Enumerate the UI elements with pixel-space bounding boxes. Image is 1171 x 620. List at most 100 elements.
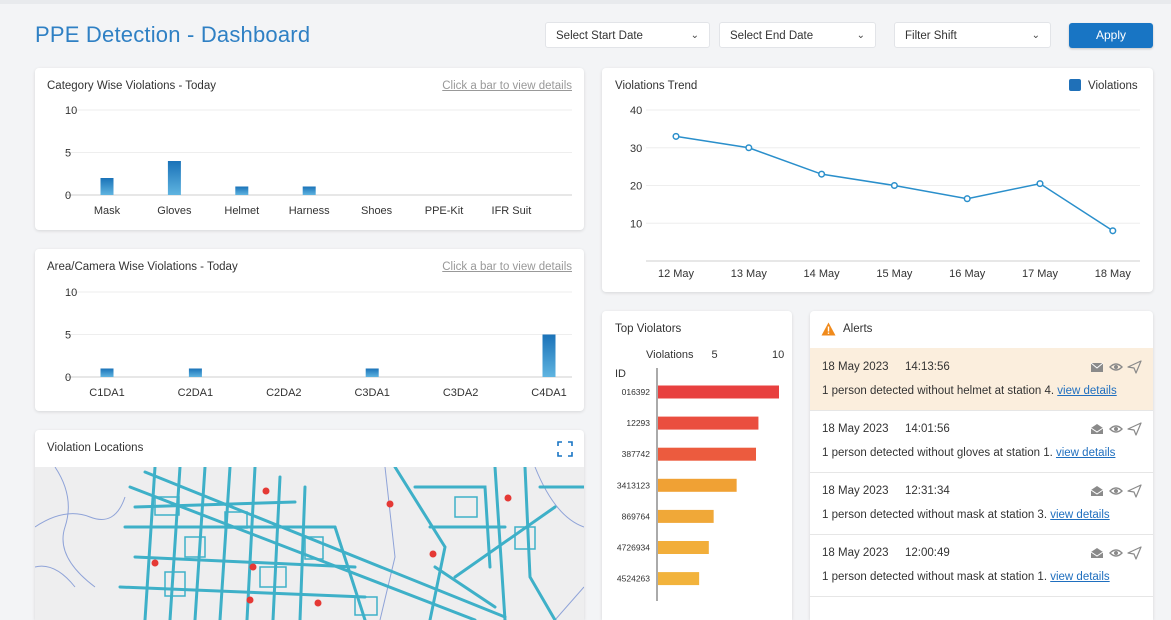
violation-map[interactable]: [35, 467, 584, 620]
shift-select[interactable]: Filter Shift ⌄: [894, 22, 1051, 48]
trend-x-tick-label: 16 May: [949, 268, 986, 280]
trend-x-tick-label: 17 May: [1022, 268, 1059, 280]
top-violators-chart: Violations 5 10 ID 016392 12293 387742 3413123 8…: [615, 349, 784, 601]
top-violator-id: 4726934: [617, 543, 650, 553]
alert-date: 18 May 2023: [822, 547, 889, 559]
trend-point: [890, 181, 898, 190]
violations-trend-card: Violations Trend 10 20 30 40 12 May 13 May 14 …: [602, 68, 1153, 292]
top-x-tick-label: 5: [712, 349, 718, 361]
trend-legend-swatch: [1069, 79, 1081, 91]
end-date-placeholder: Select End Date: [730, 30, 814, 42]
alert-message-text: 1 person detected without mask at statio…: [822, 509, 1051, 521]
top-violator-bar: [658, 447, 757, 461]
alert-time: 14:13:56: [905, 361, 950, 373]
send-icon[interactable]: [1127, 422, 1142, 436]
area-x-tick-label: C3DA2: [443, 387, 478, 399]
mail-open-icon[interactable]: [1090, 424, 1104, 434]
fullscreen-icon[interactable]: [557, 441, 573, 457]
category-bar: [167, 161, 181, 195]
alert-actions: [1090, 360, 1142, 374]
area-y-tick-label: 0: [65, 372, 71, 384]
area-y-tick-label: 10: [65, 287, 77, 299]
chevron-down-icon: ⌄: [1031, 30, 1040, 41]
send-icon[interactable]: [1127, 546, 1142, 560]
category-y-tick-label: 10: [65, 105, 77, 117]
mail-open-icon[interactable]: [1090, 486, 1104, 496]
top-violator-bar: [658, 509, 714, 523]
area-y-tick-label: 5: [65, 330, 71, 342]
category-x-tick-label: Gloves: [157, 205, 192, 217]
eye-icon[interactable]: [1109, 487, 1123, 495]
area-bar: [100, 368, 114, 377]
category-y-tick-label: 0: [65, 190, 71, 202]
alert-message-text: 1 person detected without helmet at stat…: [822, 385, 1058, 397]
alert-item[interactable]: 18 May 2023 14:01:56 1 person detected wit…: [810, 410, 1153, 473]
category-x-tick-label: Helmet: [224, 205, 259, 217]
send-icon[interactable]: [1127, 484, 1142, 498]
end-date-select[interactable]: Select End Date ⌄: [719, 22, 876, 48]
top-violator-id: 869764: [622, 511, 651, 521]
alerts-card: Alerts 18 May 2023 14:13:56 1 person detec…: [810, 311, 1153, 620]
alert-message: 1 person detected without gloves at stat…: [822, 447, 1115, 459]
top-violator-bar: [658, 478, 737, 492]
send-arrow: [1127, 546, 1142, 560]
trend-y-tick-label: 20: [630, 181, 642, 193]
alert-message: 1 person detected without mask at statio…: [822, 509, 1110, 521]
category-bar: [302, 186, 316, 195]
view-details-link[interactable]: view details: [1056, 447, 1115, 459]
map-card-title: Violation Locations: [47, 442, 144, 454]
alert-item[interactable]: 18 May 2023 14:13:56 1 person detected wit…: [810, 348, 1153, 411]
send-icon[interactable]: [1127, 360, 1142, 374]
alert-date: 18 May 2023: [822, 361, 889, 373]
page-title: PPE Detection - Dashboard: [35, 22, 311, 47]
category-y-tick-label: 5: [65, 148, 71, 160]
trend-y-tick-label: 10: [630, 218, 642, 230]
trend-x-tick-label: 18 May: [1095, 268, 1132, 280]
category-bar: [235, 186, 249, 195]
view-details-link[interactable]: view details: [1050, 571, 1109, 583]
area-violations-card: Area/Camera Wise Violations - Today Clic…: [35, 249, 584, 411]
send-arrow: [1127, 360, 1142, 374]
area-bar: [188, 368, 202, 377]
chevron-down-icon: ⌄: [856, 30, 865, 41]
alert-actions: [1090, 546, 1142, 560]
alert-item[interactable]: 18 May 2023 12:00:49 1 person detected wit…: [810, 534, 1153, 597]
eye-icon[interactable]: [1109, 549, 1123, 557]
alert-item[interactable]: 18 May 2023 12:31:34 1 person detected wit…: [810, 472, 1153, 535]
trend-x-tick-label: 13 May: [731, 268, 768, 280]
category-x-tick-label: IFR Suit: [492, 205, 532, 217]
alerts-list: 18 May 2023 14:13:56 1 person detected wit…: [810, 348, 1153, 620]
view-details-link[interactable]: view details: [1057, 385, 1116, 397]
eye-icon[interactable]: [1109, 425, 1123, 433]
alert-message: 1 person detected without helmet at stat…: [822, 385, 1117, 397]
alert-actions: [1090, 422, 1142, 436]
area-bar-chart: 0 5 10 C1DA1 C2DA1 C2DA2 C3DA1 C3DA2 C4DA1: [65, 287, 572, 399]
trend-point: [745, 144, 753, 152]
start-date-placeholder: Select Start Date: [556, 30, 643, 42]
mail-icon[interactable]: [1090, 362, 1104, 372]
mail-open-icon[interactable]: [1090, 548, 1104, 558]
apply-button[interactable]: Apply: [1069, 23, 1153, 48]
alert-message-text: 1 person detected without mask at statio…: [822, 571, 1051, 583]
shift-placeholder: Filter Shift: [905, 30, 957, 42]
top-violator-bar: [658, 385, 779, 399]
area-x-tick-label: C2DA2: [266, 387, 301, 399]
trend-point: [963, 195, 971, 203]
category-bar-chart: 0 5 10 Mask Gloves Helmet Harness Shoes PPE-Kit I…: [65, 105, 572, 217]
eye-pupil: [1114, 551, 1118, 555]
category-x-tick-label: Harness: [289, 205, 330, 217]
view-details-link[interactable]: view details: [1050, 509, 1109, 521]
trend-line-chart: 10 20 30 40 12 May 13 May 14 May 15 May 16 May 17…: [630, 79, 1140, 280]
trend-y-tick-label: 40: [630, 105, 642, 117]
alerts-title: Alerts: [843, 323, 873, 335]
trend-x-tick-label: 14 May: [804, 268, 841, 280]
trend-point: [1109, 227, 1117, 235]
alert-date: 18 May 2023: [822, 485, 889, 497]
start-date-select[interactable]: Select Start Date ⌄: [545, 22, 710, 48]
alert-message: 1 person detected without mask at statio…: [822, 571, 1110, 583]
area-x-tick-label: C1DA1: [89, 387, 124, 399]
top-violator-bar: [658, 416, 759, 430]
send-arrow: [1127, 422, 1142, 436]
area-x-tick-label: C4DA1: [531, 387, 566, 399]
eye-icon[interactable]: [1109, 363, 1123, 371]
